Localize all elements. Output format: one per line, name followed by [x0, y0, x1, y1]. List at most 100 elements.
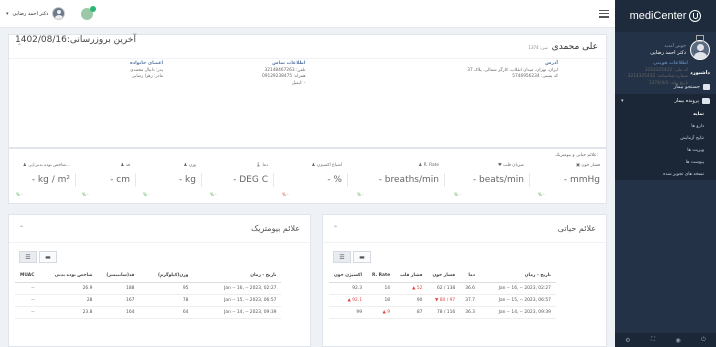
- table-cell: 26.9: [39, 282, 98, 295]
- column-header[interactable]: شاخص توده بدنی: [39, 270, 98, 283]
- table-cell: 36.6: [460, 282, 480, 295]
- sidebar-subitem-prescriptions[interactable]: نسخه های تجویز شده: [615, 168, 716, 180]
- sidebar-item-patient-file[interactable]: ▾ پرونده بیمار: [615, 94, 716, 108]
- notification-icon[interactable]: [81, 5, 97, 20]
- sidebar-item-label: دارو ها: [691, 123, 704, 129]
- table-cell: 18: [367, 294, 396, 307]
- column-header[interactable]: قد(سانتیمتر): [97, 270, 140, 283]
- vital-trend: % -: [454, 192, 461, 197]
- biometric-table: MUAC شاخص توده بدنی قد(سانتیمتر) وزن(کیل…: [15, 270, 282, 319]
- vital-trend: % -: [210, 192, 217, 197]
- menu-toggle-icon[interactable]: [599, 9, 609, 18]
- table-row[interactable]: -- 26.9 188 95 Jan -- 16, -- 2023, 02:27: [15, 282, 282, 295]
- chevron-down-icon: ▾: [621, 98, 624, 104]
- chart-view-icon[interactable]: ▬: [39, 251, 57, 263]
- chart-view-icon[interactable]: ▬: [353, 251, 371, 263]
- chevron-down-icon[interactable]: ▾: [6, 11, 9, 17]
- brand[interactable]: mediCenter: [615, 0, 716, 32]
- sidebar-item-label: نتایج آزمایش: [680, 135, 704, 141]
- column-header[interactable]: اکسیژن خون: [329, 270, 367, 283]
- vital-value: - DEG C: [233, 175, 268, 185]
- vital-label: ♟ اشباع اکسیژن: [311, 163, 342, 168]
- table-header-row: اکسیژن خون R. Rate فشار قلب فشار خون دما…: [329, 270, 556, 283]
- topbar-user-name[interactable]: دکتر احمد رضایی: [13, 11, 49, 17]
- column-header[interactable]: وزن(کیلوگرم): [139, 270, 194, 283]
- column-header[interactable]: R. Rate: [367, 270, 396, 283]
- table-cell: 78 / 116: [427, 306, 461, 319]
- divider: [273, 173, 274, 187]
- vital-temperature: 🌡 دما - DEG C % -: [208, 163, 268, 201]
- sidebar-subitem-attachments[interactable]: پیوست ها: [615, 156, 716, 168]
- sidebar-user-name: دکتر احمد رضایی: [650, 50, 686, 56]
- visibility-icon[interactable]: ◉: [675, 337, 680, 344]
- biometric-panel: ⌃ علائم بیومتریک ☰ ▬ MUAC شاخص توده بدنی…: [8, 214, 311, 347]
- table-cell: 78: [139, 294, 194, 307]
- table-cell: 62 / 138: [427, 282, 461, 295]
- list-view-icon[interactable]: ☰: [333, 251, 351, 263]
- vital-trend: % -: [16, 192, 23, 197]
- avatar[interactable]: [52, 7, 66, 20]
- settings-icon[interactable]: ⚙: [625, 337, 630, 344]
- table-row[interactable]: -- 23.8 164 64 Jan -- 14, -- 2023, 09:39: [15, 306, 282, 319]
- table-row[interactable]: ▲ 92.1 18 90 ▼ 80 / 97 37.7 Jan -- 15, -…: [329, 294, 556, 307]
- patient-age: سن: 1374: [528, 44, 548, 50]
- identity-line: تاریخ تولد: 1374/4/3: [648, 80, 688, 86]
- vital-trend: % -: [538, 192, 545, 197]
- vital-value: - breaths/min: [378, 175, 439, 185]
- table-row[interactable]: -- 28 167 78 Jan -- 15, -- 2023, 06:57: [15, 294, 282, 307]
- list-view-icon[interactable]: ☰: [19, 251, 37, 263]
- column-header[interactable]: تاریخ - زمان: [479, 270, 556, 283]
- collapse-icon[interactable]: ⌃: [19, 225, 24, 232]
- sidebar-subitem-profile[interactable]: نمایه: [615, 108, 716, 120]
- table-cell: --: [15, 306, 40, 319]
- contact-line: ایمیل: -: [291, 80, 306, 86]
- patient-card: ⌃ علی محمدی سن: 1374: [8, 34, 607, 148]
- family-title: اعضای خانواده: [130, 61, 164, 66]
- sidebar-subitem-visits[interactable]: ویزیت ها: [615, 144, 716, 156]
- vital-label: 🌡 دما: [255, 163, 268, 168]
- fullscreen-icon[interactable]: ⛶: [651, 336, 655, 344]
- column-header[interactable]: دما: [460, 270, 480, 283]
- vital-value: - kg / m²: [31, 175, 70, 185]
- table-row[interactable]: 99 ▲ 9 87 78 / 116 36.3 Jan -- 14, -- 20…: [329, 306, 556, 319]
- table-cell: 36.3: [460, 306, 480, 319]
- vital-value: - %: [327, 175, 342, 185]
- sidebar-item-label: پیوست ها: [685, 159, 704, 165]
- table-cell: 23.8: [39, 306, 98, 319]
- table-row[interactable]: 92.3 14 ▲ 52 62 / 138 36.6 Jan -- 16, --…: [329, 282, 556, 295]
- notification-badge: [90, 5, 97, 12]
- table-cell: ▼ 80 / 97: [427, 294, 461, 307]
- column-header[interactable]: تاریخ - زمان: [193, 270, 282, 283]
- column-header[interactable]: فشار خون: [427, 270, 461, 283]
- column-header[interactable]: فشار قلب: [395, 270, 428, 283]
- family-info: اعضای خانواده پدر: دانیال محمدی مادر: زه…: [130, 61, 163, 81]
- vital-label-text: دما: [262, 163, 268, 168]
- vital-label: ♟ شاخص توده بدنی(بی...: [22, 163, 70, 168]
- sidebar-subitem-medications[interactable]: دارو ها: [615, 120, 716, 132]
- vital-respiratory-rate: ♟ R. Rate - breaths/min % -: [355, 163, 439, 201]
- address-line: کد پستی: 5746956234: [512, 74, 558, 79]
- power-icon[interactable]: ⏻: [701, 336, 706, 344]
- table-cell: 87: [395, 306, 428, 319]
- divider: [444, 173, 445, 187]
- family-line: مادر: زهرا رضایی: [131, 74, 164, 79]
- table-cell: Jan -- 15, -- 2023, 06:57: [479, 294, 556, 307]
- sidebar-subitem-lab-results[interactable]: نتایج آزمایش: [615, 132, 716, 144]
- vital-trend: % -: [82, 192, 89, 197]
- vital-label-text: قد: [125, 163, 130, 168]
- sidebar-item-label: ویزیت ها: [687, 147, 704, 153]
- vital-bmi: ♟ شاخص توده بدنی(بی... - kg / m² % -: [14, 163, 70, 201]
- collapse-icon[interactable]: ⌃: [333, 225, 338, 232]
- panel-title: علائم بیومتریک: [251, 224, 300, 233]
- vital-value: - mmHg: [563, 175, 600, 185]
- divider: [75, 173, 76, 187]
- divider: [347, 173, 348, 187]
- vitals-title: علائم حیاتی و بیومتریک:: [555, 153, 598, 158]
- patient-photo-icon: [696, 35, 704, 42]
- last-update: آخرین بروزرسانی:1402/08/16: [15, 35, 136, 45]
- more-options-icon[interactable]: ...: [693, 45, 704, 54]
- vital-value: - cm: [110, 175, 130, 185]
- column-header[interactable]: MUAC: [15, 270, 40, 283]
- vital-signs-table: اکسیژن خون R. Rate فشار قلب فشار خون دما…: [329, 270, 556, 319]
- vital-label: ♟ قد: [120, 163, 130, 168]
